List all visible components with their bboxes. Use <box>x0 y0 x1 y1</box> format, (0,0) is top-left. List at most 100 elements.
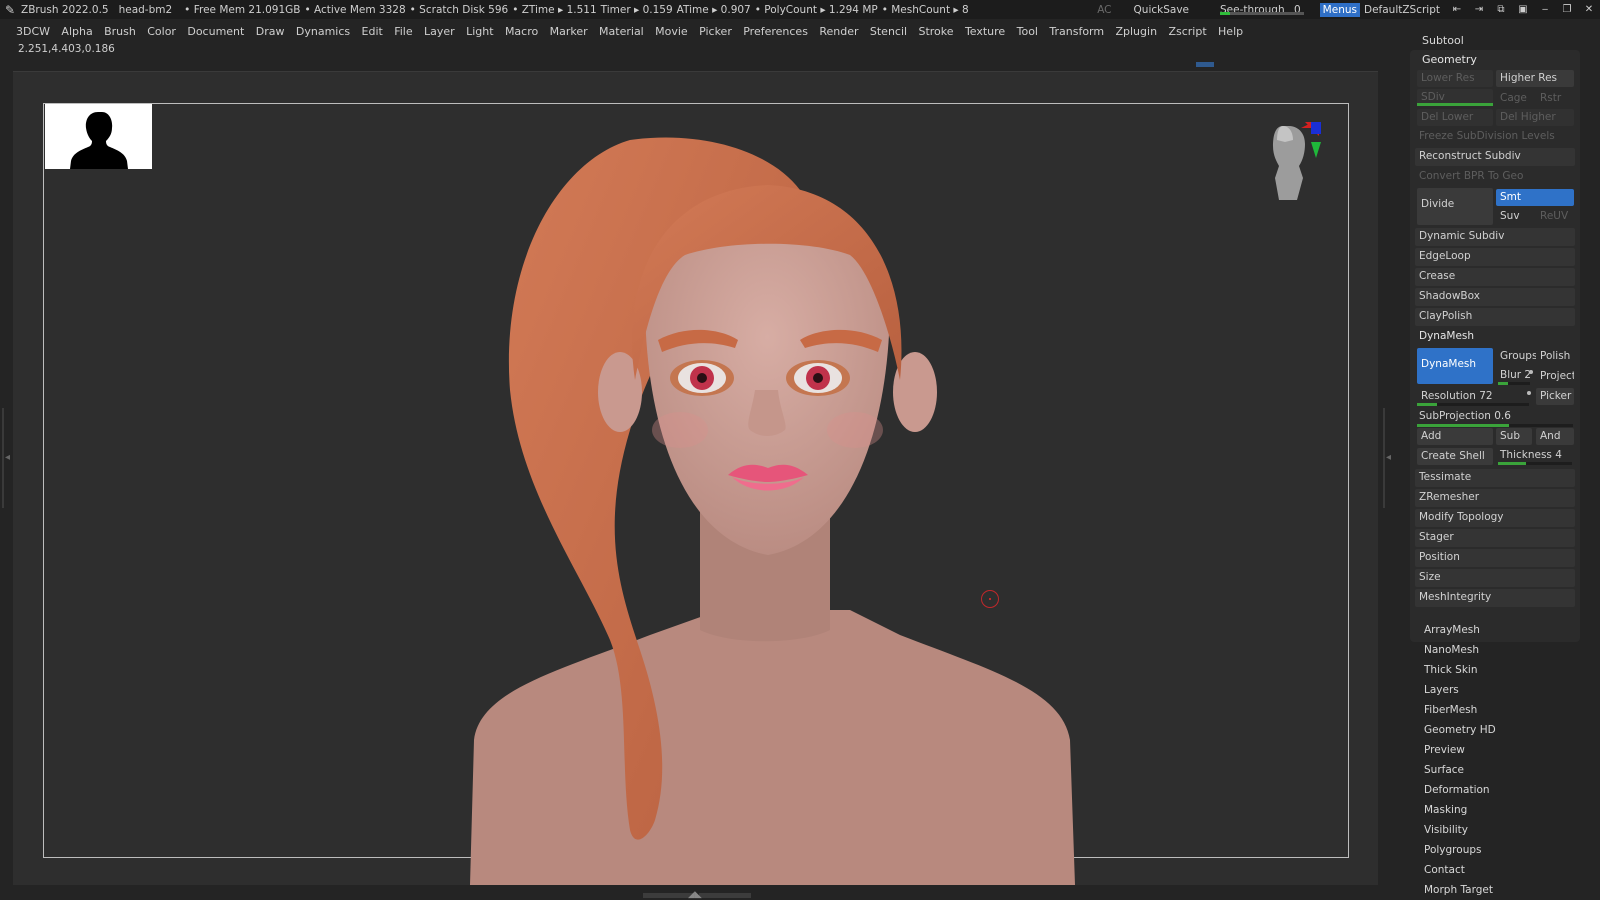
visibility-menu[interactable]: Visibility <box>1424 824 1468 836</box>
menu-brush[interactable]: Brush <box>104 25 136 38</box>
and-button[interactable]: And <box>1536 428 1574 445</box>
tool-palette: Subtool Geometry Lower Res Higher Res SD… <box>1410 30 1580 900</box>
claypolish-section[interactable]: ClayPolish <box>1415 308 1575 326</box>
groups-toggle[interactable]: Groups <box>1496 348 1536 365</box>
menu-edit[interactable]: Edit <box>362 25 383 38</box>
menu-help[interactable]: Help <box>1218 25 1243 38</box>
menu-draw[interactable]: Draw <box>256 25 285 38</box>
menu-picker[interactable]: Picker <box>699 25 732 38</box>
shadowbox-section[interactable]: ShadowBox <box>1415 288 1575 306</box>
menu-layer[interactable]: Layer <box>424 25 455 38</box>
tray-left-icon[interactable]: ⇤ <box>1446 4 1468 15</box>
menu-preferences[interactable]: Preferences <box>743 25 808 38</box>
size-section[interactable]: Size <box>1415 569 1575 587</box>
menu-stencil[interactable]: Stencil <box>870 25 907 38</box>
menu-marker[interactable]: Marker <box>550 25 588 38</box>
geometry-hd-menu[interactable]: Geometry HD <box>1424 724 1496 736</box>
higher-res-button[interactable]: Higher Res <box>1496 70 1574 87</box>
subtool-header[interactable]: Subtool <box>1422 34 1464 47</box>
dynamic-subdiv-section[interactable]: Dynamic Subdiv <box>1415 228 1575 246</box>
menu-document[interactable]: Document <box>187 25 244 38</box>
menu-stroke[interactable]: Stroke <box>918 25 953 38</box>
menu-dynamics[interactable]: Dynamics <box>296 25 350 38</box>
deformation-menu[interactable]: Deformation <box>1424 784 1490 796</box>
restore-icon[interactable]: ❐ <box>1556 4 1578 15</box>
left-tray-handle[interactable]: ◂ <box>2 408 10 508</box>
divide-button[interactable]: Divide <box>1417 188 1493 225</box>
menu-3dcw[interactable]: 3DCW <box>16 25 50 38</box>
sculpt-model[interactable] <box>470 130 1080 885</box>
window-icon[interactable]: ▣ <box>1512 4 1534 15</box>
freeze-subdivision-button[interactable]: Freeze SubDivision Levels <box>1415 128 1575 146</box>
position-section[interactable]: Position <box>1415 549 1575 567</box>
see-through-slider[interactable]: See-through 0 <box>1217 4 1304 16</box>
dynamesh-section[interactable]: DynaMesh <box>1415 328 1575 346</box>
menu-texture[interactable]: Texture <box>965 25 1005 38</box>
menu-zscript[interactable]: Zscript <box>1168 25 1206 38</box>
menu-light[interactable]: Light <box>466 25 493 38</box>
menu-alpha[interactable]: Alpha <box>61 25 92 38</box>
tray-right-icon[interactable]: ⇥ <box>1468 4 1490 15</box>
lower-res-button[interactable]: Lower Res <box>1417 70 1493 87</box>
zbrush-logo-icon[interactable]: ✎ <box>3 3 17 17</box>
project-toggle[interactable]: Project <box>1536 368 1574 385</box>
tessimate-section[interactable]: Tessimate <box>1415 469 1575 487</box>
convert-bpr-button[interactable]: Convert BPR To Geo <box>1415 168 1575 186</box>
suv-toggle[interactable]: Suv <box>1496 208 1536 225</box>
layers-menu[interactable]: Layers <box>1424 684 1459 696</box>
cage-button[interactable]: Cage <box>1496 90 1536 107</box>
stager-section[interactable]: Stager <box>1415 529 1575 547</box>
close-icon[interactable]: ✕ <box>1578 4 1600 15</box>
defaultzscript-button[interactable]: DefaultZScript <box>1364 4 1440 16</box>
menu-movie[interactable]: Movie <box>655 25 688 38</box>
reuv-button[interactable]: ReUV <box>1536 208 1574 225</box>
rstr-button[interactable]: Rstr <box>1536 90 1574 107</box>
menu-tool[interactable]: Tool <box>1017 25 1038 38</box>
edgeloop-section[interactable]: EdgeLoop <box>1415 248 1575 266</box>
create-shell-button[interactable]: Create Shell <box>1417 448 1493 465</box>
polygroups-menu[interactable]: Polygroups <box>1424 844 1481 856</box>
menu-macro[interactable]: Macro <box>505 25 538 38</box>
menu-zplugin[interactable]: Zplugin <box>1115 25 1157 38</box>
menu-material[interactable]: Material <box>599 25 644 38</box>
fibermesh-menu[interactable]: FiberMesh <box>1424 704 1477 716</box>
contact-menu[interactable]: Contact <box>1424 864 1465 876</box>
menu-file[interactable]: File <box>394 25 412 38</box>
del-higher-button[interactable]: Del Higher <box>1496 109 1574 126</box>
minimize-icon[interactable]: ‒ <box>1534 4 1556 15</box>
menus-toggle[interactable]: Menus <box>1319 2 1360 17</box>
ac-toggle[interactable]: AC <box>1097 4 1111 16</box>
modify-topology-section[interactable]: Modify Topology <box>1415 509 1575 527</box>
layout-icon[interactable]: ⧉ <box>1490 4 1512 15</box>
dynamesh-button[interactable]: DynaMesh <box>1417 348 1493 384</box>
brush-cursor <box>981 590 999 608</box>
thumbnail-view[interactable] <box>45 104 152 169</box>
expand-right-icon: ◂ <box>1386 452 1392 463</box>
picker-button[interactable]: Picker <box>1536 388 1574 405</box>
polish-toggle[interactable]: Polish <box>1536 348 1574 365</box>
quicksave-button[interactable]: QuickSave <box>1134 4 1189 16</box>
crease-section[interactable]: Crease <box>1415 268 1575 286</box>
zremesher-section[interactable]: ZRemesher <box>1415 489 1575 507</box>
masking-menu[interactable]: Masking <box>1424 804 1467 816</box>
bottom-tray-handle[interactable]: ◢◣ <box>643 890 751 900</box>
surface-menu[interactable]: Surface <box>1424 764 1464 776</box>
del-lower-button[interactable]: Del Lower <box>1417 109 1493 126</box>
preview-menu[interactable]: Preview <box>1424 744 1465 756</box>
navigation-head-gizmo[interactable] <box>1265 122 1321 208</box>
blur-dot-icon <box>1529 370 1533 374</box>
add-button[interactable]: Add <box>1417 428 1493 445</box>
meshintegrity-section[interactable]: MeshIntegrity <box>1415 589 1575 607</box>
menu-transform[interactable]: Transform <box>1049 25 1104 38</box>
reconstruct-subdiv-button[interactable]: Reconstruct Subdiv <box>1415 148 1575 166</box>
nanomesh-menu[interactable]: NanoMesh <box>1424 644 1479 656</box>
right-tray-handle[interactable]: ◂ <box>1383 408 1391 508</box>
smt-toggle[interactable]: Smt <box>1496 189 1574 206</box>
geometry-header[interactable]: Geometry <box>1422 53 1477 66</box>
morph-target-menu[interactable]: Morph Target <box>1424 884 1493 896</box>
sub-button[interactable]: Sub <box>1496 428 1532 445</box>
menu-color[interactable]: Color <box>147 25 176 38</box>
menu-render[interactable]: Render <box>819 25 858 38</box>
arraymesh-menu[interactable]: ArrayMesh <box>1424 624 1480 636</box>
thick-skin-menu[interactable]: Thick Skin <box>1424 664 1478 676</box>
